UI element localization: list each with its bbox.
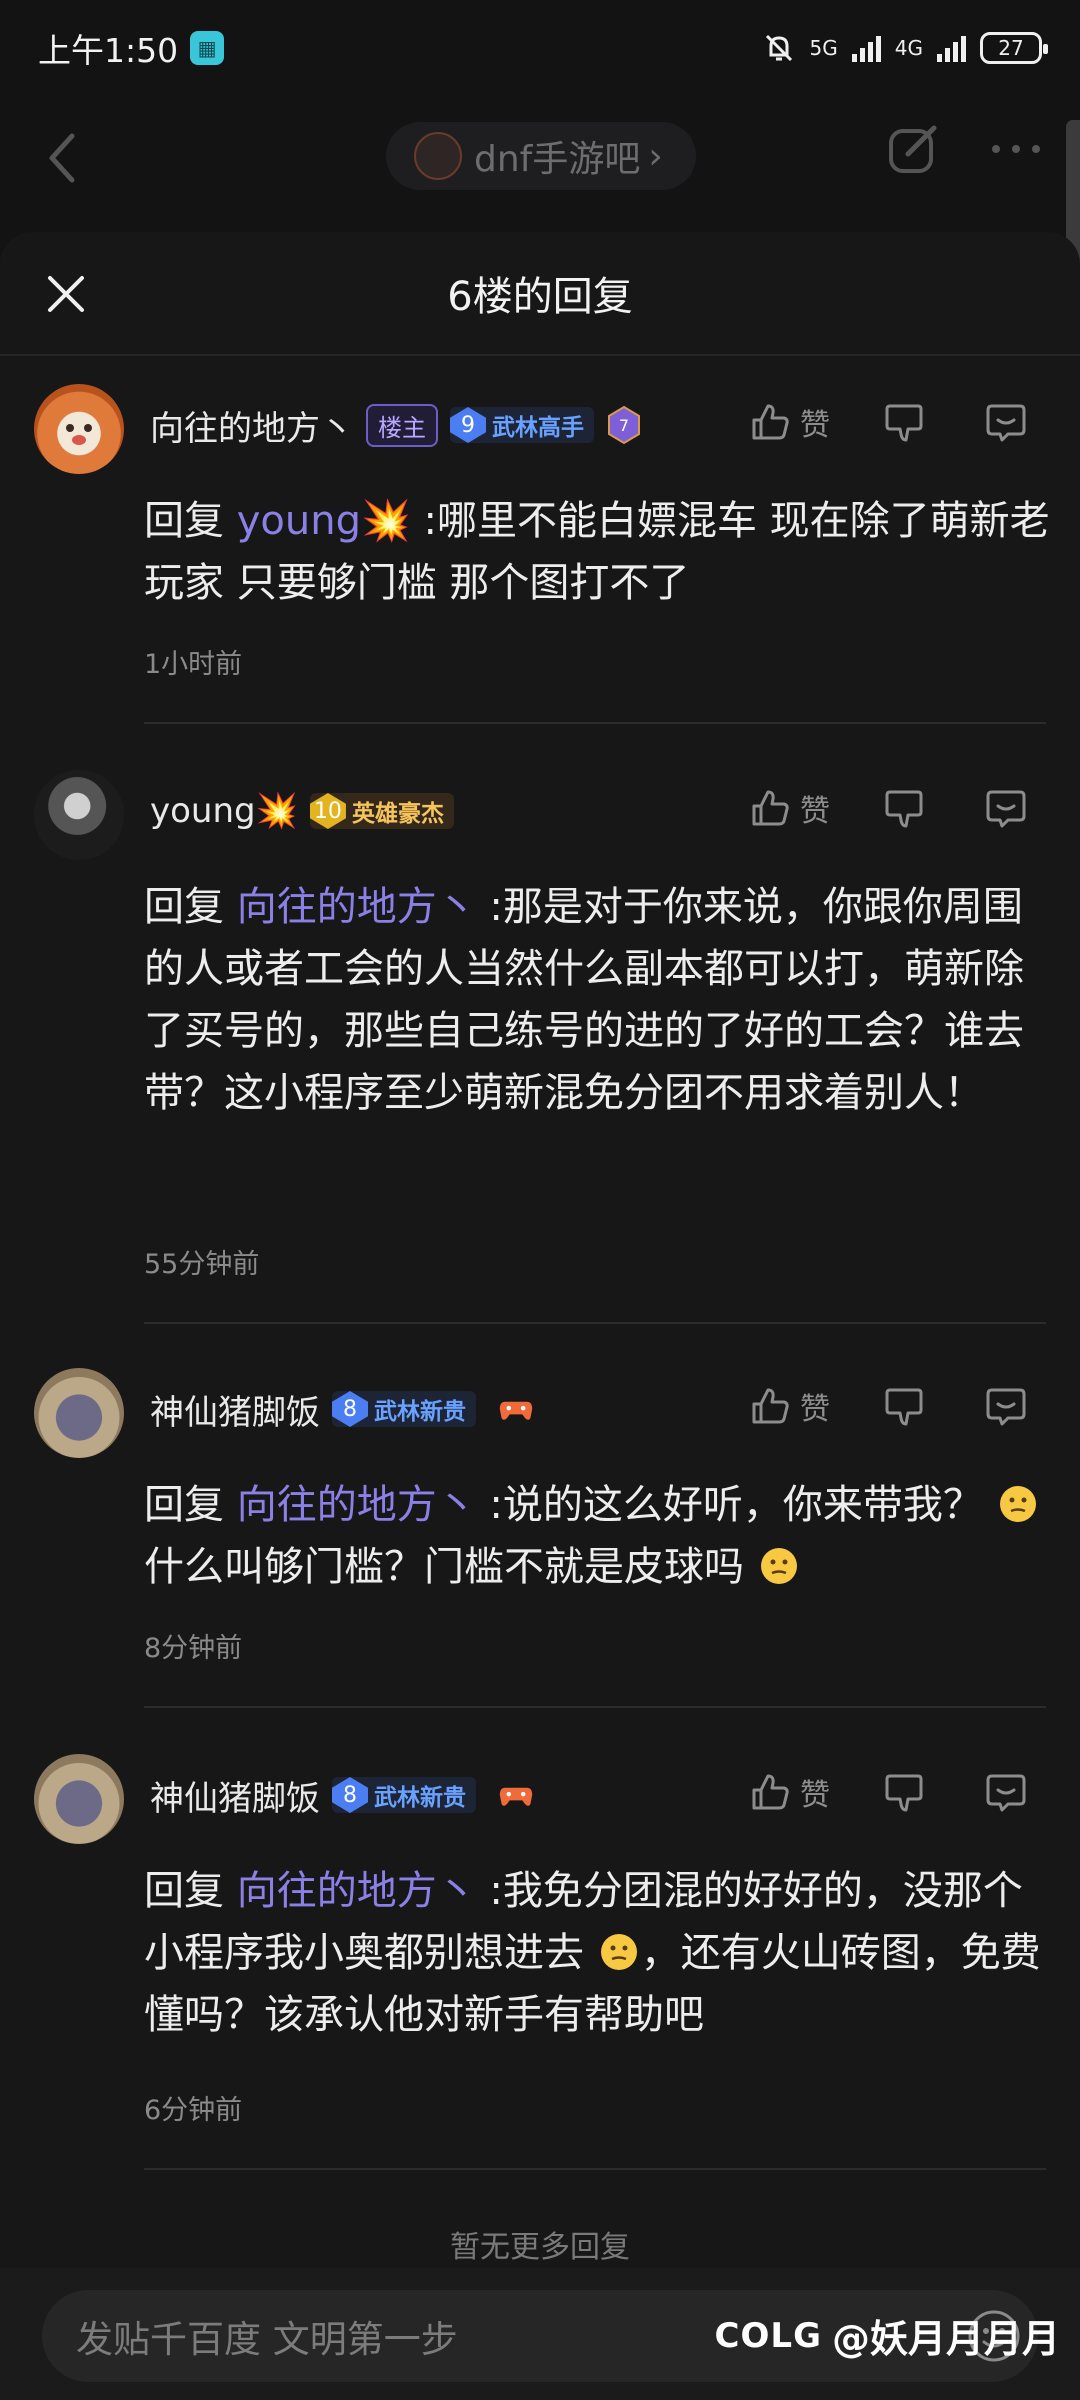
status-bar: 上午1:50 ▦ 5G 4G 27 <box>0 0 1080 96</box>
like-icon <box>752 1774 789 1810</box>
level-badge: 9 武林高手 <box>450 407 594 443</box>
signal-icon-2 <box>937 34 966 62</box>
reply-icon[interactable] <box>984 400 1028 444</box>
forum-chip[interactable]: dnf手游吧 › <box>386 122 696 190</box>
sheet-title: 6楼的回复 <box>447 274 633 320</box>
comment-body: 回复 young💥 :哪里不能白嫖混车 现在除了萌新老玩家 只要够门槛 那个图打… <box>144 490 1050 614</box>
avatar[interactable] <box>34 770 124 860</box>
forum-logo <box>414 132 462 180</box>
mention-link[interactable]: 向往的地方丶 <box>237 1482 477 1528</box>
level-title: 武林新贵 <box>374 1785 466 1811</box>
username[interactable]: young💥 <box>150 791 298 831</box>
forum-name: dnf手游吧 <box>474 139 641 180</box>
thinking-emoji-icon <box>760 1548 797 1584</box>
username[interactable]: 神仙猪脚饭 <box>150 1385 320 1434</box>
level-title: 英雄豪杰 <box>351 801 444 827</box>
status-time: 上午1:50 <box>38 31 179 70</box>
lion-avatar-icon <box>66 424 92 445</box>
like-button[interactable]: 赞 <box>748 1384 830 1428</box>
comment-body: 回复 向往的地方丶 :那是对于你来说，你跟你周围的人或者工会的人当然什么副本都可… <box>144 876 1050 1124</box>
medal-icon: 7 <box>608 405 640 445</box>
like-label: 赞 <box>800 408 830 443</box>
reply-icon[interactable] <box>984 1770 1028 1814</box>
like-button[interactable]: 赞 <box>748 400 830 444</box>
comment-text: :说的这么好听，你来带我？ <box>476 1482 983 1528</box>
controller-icon <box>499 1401 533 1420</box>
level-title: 武林高手 <box>492 415 584 441</box>
reply-icon[interactable] <box>984 1384 1028 1428</box>
divider <box>144 722 1046 724</box>
battery-level: 27 <box>998 36 1024 60</box>
network-4g-label: 4G <box>894 36 923 60</box>
comment-text-continued: 什么叫够门槛？门槛不就是皮球吗 <box>144 1544 744 1590</box>
status-indicators: 5G 4G 27 <box>762 31 1048 65</box>
reply-input-placeholder: 发贴千百度 文明第一步 <box>76 2318 458 2361</box>
reply-prefix: 回复 <box>144 1482 237 1528</box>
reply-icon[interactable] <box>984 786 1028 830</box>
dislike-icon[interactable] <box>882 1384 926 1428</box>
owner-badge: 楼主 <box>366 403 438 447</box>
username[interactable]: 向往的地方丶 <box>150 401 354 450</box>
level-number: 10 <box>309 793 346 829</box>
like-label: 赞 <box>800 1392 830 1427</box>
comment-time: 1小时前 <box>144 649 243 680</box>
battery-icon: 27 <box>980 32 1048 64</box>
app-notification-icon: ▦ <box>190 31 225 65</box>
more-icon[interactable] <box>988 139 1044 159</box>
mute-bell-icon <box>765 34 792 62</box>
watermark: COLG @妖月月月月 <box>715 2308 1060 2363</box>
top-navigation: dnf手游吧 › <box>0 96 1080 290</box>
comment-time: 55分钟前 <box>144 1249 260 1280</box>
username[interactable]: 神仙猪脚饭 <box>150 1771 320 1820</box>
dislike-icon[interactable] <box>882 1770 926 1814</box>
like-label: 赞 <box>800 794 830 829</box>
sheet-header: 6楼的回复 <box>0 232 1080 356</box>
like-label: 赞 <box>800 1778 830 1813</box>
dislike-icon[interactable] <box>882 400 926 444</box>
edit-icon[interactable] <box>886 122 940 176</box>
level-number: 9 <box>450 407 486 443</box>
like-icon <box>752 404 789 440</box>
back-icon[interactable] <box>44 130 84 186</box>
close-icon[interactable] <box>42 270 90 318</box>
reply-prefix: 回复 <box>144 1868 237 1914</box>
no-more-replies: 暂无更多回复 <box>450 2230 630 2265</box>
level-badge: 8 武林新贵 <box>332 1777 476 1813</box>
comment-body: 回复 向往的地方丶 :我免分团混的好好的，没那个小程序我小奥都别想进去 ，还有火… <box>144 1860 1050 2046</box>
thinking-emoji-icon <box>999 1486 1036 1522</box>
mention-link[interactable]: 向往的地方丶 <box>237 1868 477 1914</box>
avatar[interactable] <box>34 384 124 474</box>
avatar[interactable] <box>34 1754 124 1844</box>
level-title: 武林新贵 <box>374 1399 466 1425</box>
chevron-right-icon: › <box>648 135 663 177</box>
level-badge: 8 武林新贵 <box>332 1391 476 1427</box>
watermark-logo: COLG <box>714 2315 822 2356</box>
medal-number: 7 <box>619 416 629 435</box>
comment-time: 8分钟前 <box>144 1633 243 1664</box>
like-button[interactable]: 赞 <box>748 1770 830 1814</box>
avatar[interactable] <box>34 1368 124 1458</box>
level-number: 8 <box>332 1391 368 1427</box>
like-button[interactable]: 赞 <box>748 786 830 830</box>
reply-prefix: 回复 <box>144 498 237 544</box>
signal-icon <box>851 34 881 62</box>
mention-link[interactable]: 向往的地方丶 <box>237 884 477 930</box>
reply-prefix: 回复 <box>144 884 237 930</box>
divider <box>144 1322 1046 1324</box>
network-5g-label: 5G <box>809 36 838 60</box>
mention-link[interactable]: young💥 <box>237 498 411 544</box>
dislike-icon[interactable] <box>882 786 926 830</box>
comment-body: 回复 向往的地方丶 :说的这么好听，你来带我？ 什么叫够门槛？门槛不就是皮球吗 <box>144 1474 1050 1598</box>
like-icon <box>752 790 789 826</box>
divider <box>144 1706 1046 1708</box>
comment-time: 6分钟前 <box>144 2095 243 2126</box>
watermark-handle: @妖月月月月 <box>831 2317 1060 2361</box>
like-icon <box>752 1388 789 1424</box>
thinking-emoji-icon <box>600 1934 637 1970</box>
divider <box>144 2168 1046 2170</box>
level-badge: 10 英雄豪杰 <box>309 793 454 829</box>
controller-icon <box>499 1787 533 1806</box>
level-number: 8 <box>332 1777 368 1813</box>
